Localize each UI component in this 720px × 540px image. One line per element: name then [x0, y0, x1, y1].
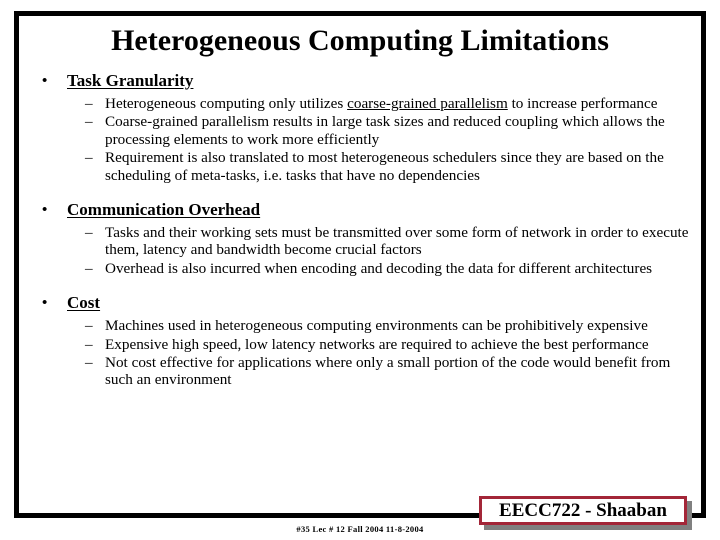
list-item: – Requirement is also translated to most… [30, 149, 700, 184]
list-item: – Machines used in heterogeneous computi… [30, 317, 700, 334]
list-item: – Heterogeneous computing only utilizes … [30, 95, 700, 112]
section-heading-row: • Task Granularity [30, 70, 700, 92]
section-heading-label: Task Granularity [67, 71, 194, 90]
list-item-text: Overhead is also incurred when encoding … [105, 259, 653, 277]
sub-bullet-list: – Heterogeneous computing only utilizes … [30, 95, 700, 184]
list-item: – Overhead is also incurred when encodin… [30, 260, 700, 277]
section-task-granularity: • Task Granularity – Heterogeneous compu… [30, 70, 700, 184]
list-item-text-post: to increase performance [507, 95, 658, 112]
section-cost: • Cost – Machines used in heterogeneous … [30, 292, 700, 389]
list-item-text: Expensive high speed, low latency networ… [105, 335, 649, 353]
list-item: – Coarse-grained parallelism results in … [30, 113, 700, 148]
bullet-dot-icon: • [42, 73, 48, 89]
slide-footnote: #35 Lec # 12 Fall 2004 11-8-2004 [296, 524, 424, 534]
list-item-text: Requirement is also translated to most h… [105, 149, 664, 184]
section-heading-label: Communication Overhead [67, 200, 261, 220]
dash-bullet-icon: – [85, 354, 93, 372]
page-title: Heterogeneous Computing Limitations [111, 24, 609, 57]
dash-bullet-icon: – [85, 224, 93, 242]
dash-bullet-icon: – [85, 335, 93, 353]
slide-canvas: Heterogeneous Computing Limitations • Ta… [0, 0, 720, 540]
list-item-text-underlined: coarse-grained parallelism [347, 95, 508, 112]
dash-bullet-icon: – [85, 95, 93, 112]
dash-bullet-icon: – [85, 113, 93, 131]
list-item-text: Heterogeneous computing only utilizes co… [105, 95, 700, 112]
section-heading-row: • Communication Overhead [30, 199, 700, 221]
slide-frame-top-edge [14, 11, 706, 16]
course-badge: EECC722 - Shaaban [479, 496, 687, 525]
section-communication-overhead: • Communication Overhead – Tasks and the… [30, 199, 700, 277]
section-heading-row: • Cost [30, 292, 700, 314]
course-badge-label: EECC722 - Shaaban [499, 499, 667, 521]
list-item: – Tasks and their working sets must be t… [30, 224, 700, 259]
sub-bullet-list: – Tasks and their working sets must be t… [30, 224, 700, 277]
list-item: – Not cost effective for applications wh… [30, 354, 700, 389]
bullet-dot-icon: • [42, 295, 48, 312]
list-item-text: Tasks and their working sets must be tra… [105, 224, 689, 259]
dash-bullet-icon: – [85, 149, 93, 167]
list-item-text-pre: Heterogeneous computing only utilizes [105, 95, 348, 112]
list-item-text: Not cost effective for applications wher… [105, 354, 671, 389]
list-item: – Expensive high speed, low latency netw… [30, 336, 700, 353]
list-item-text: Coarse-grained parallelism results in la… [105, 113, 665, 148]
section-heading-label: Cost [67, 293, 101, 313]
slide-content: • Task Granularity – Heterogeneous compu… [30, 70, 700, 404]
dash-bullet-icon: – [85, 317, 93, 335]
dash-bullet-icon: – [85, 259, 93, 277]
bullet-dot-icon: • [42, 202, 48, 219]
list-item-text: Machines used in heterogeneous computing… [105, 317, 648, 335]
sub-bullet-list: – Machines used in heterogeneous computi… [30, 317, 700, 389]
